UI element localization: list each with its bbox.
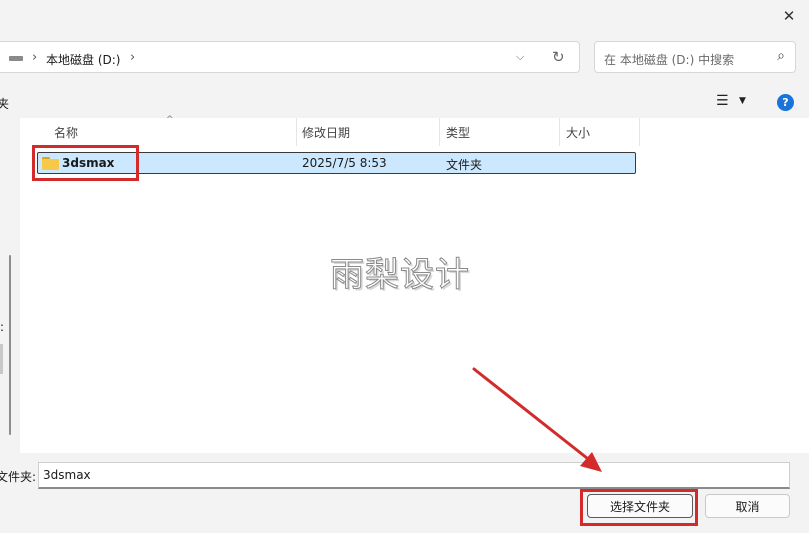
annotation-arrow (472, 367, 602, 472)
